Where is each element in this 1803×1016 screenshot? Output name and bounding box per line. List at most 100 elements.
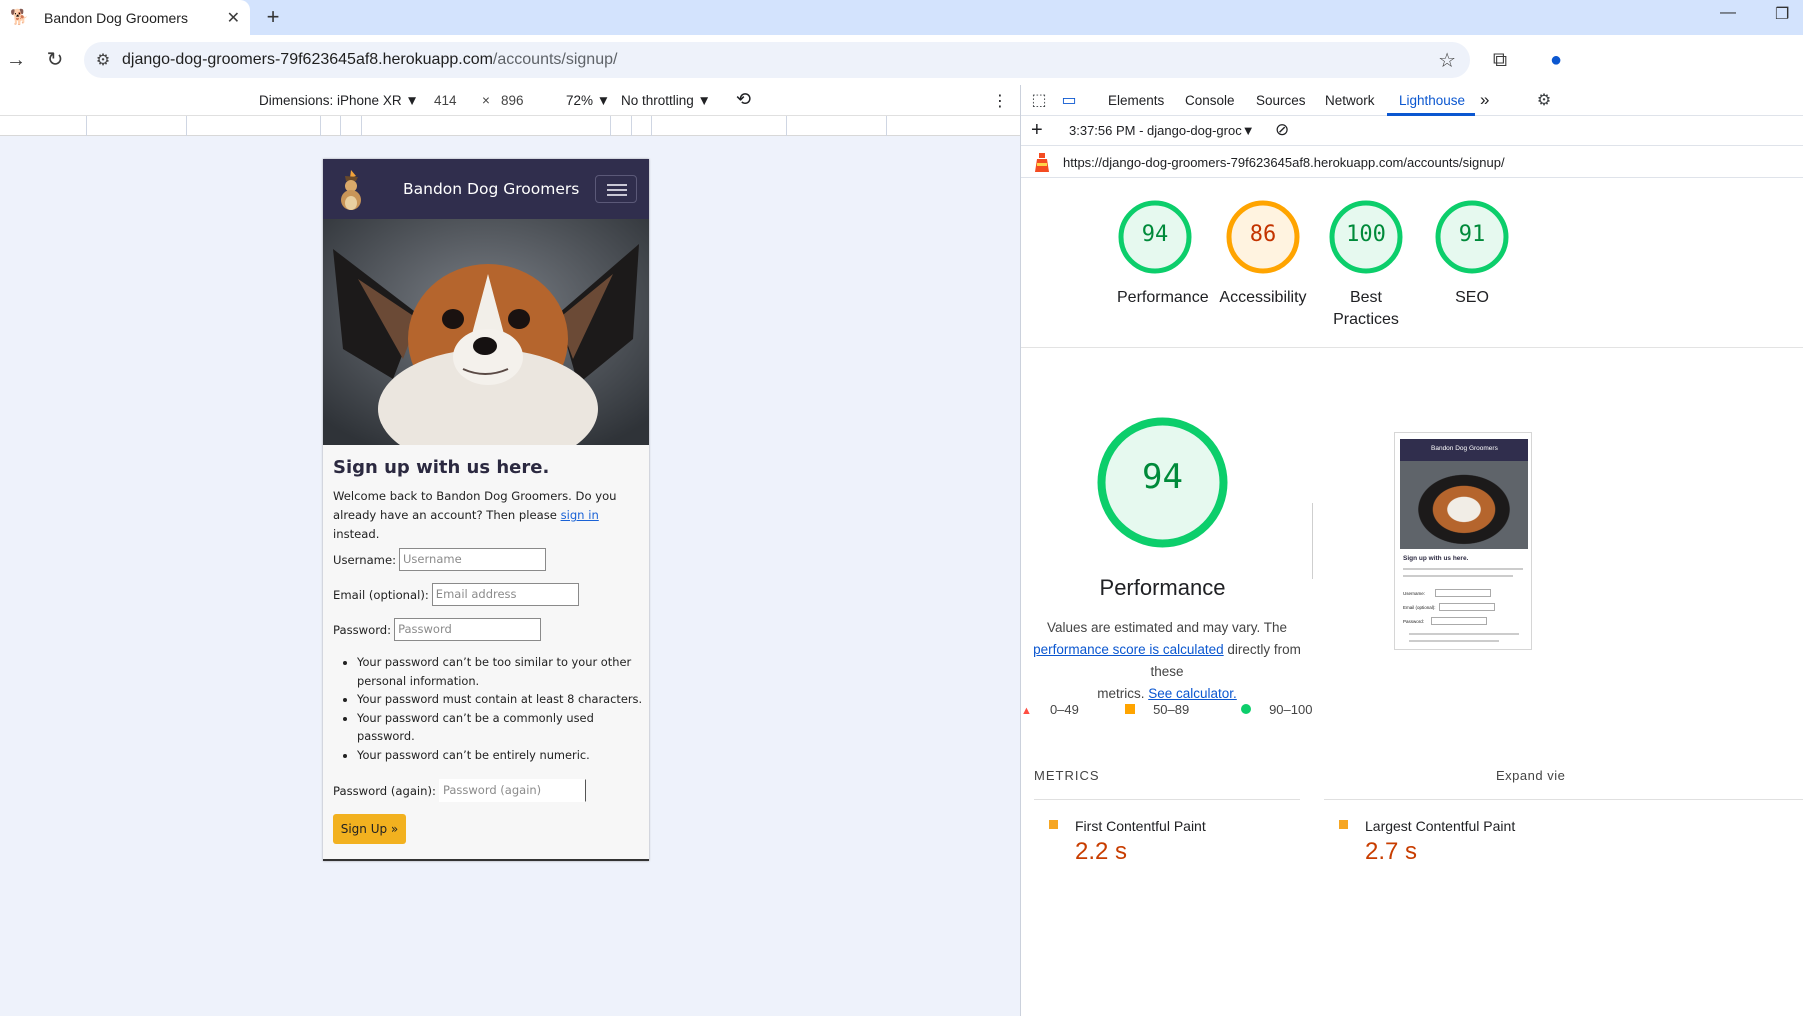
performance-note: Values are estimated and may vary. The p… — [1033, 620, 1301, 701]
report-selector[interactable]: 3:37:56 PM - django-dog-groc▼ — [1069, 123, 1255, 138]
more-options-icon[interactable]: ⋮ — [992, 91, 1008, 111]
score-value: 86 — [1249, 222, 1277, 247]
email-input[interactable]: Email address — [431, 583, 579, 606]
more-tabs-icon[interactable]: » — [1480, 90, 1489, 110]
list-item: Your password can’t be entirely numeric. — [357, 746, 647, 765]
forward-icon[interactable]: → — [4, 48, 28, 72]
divider — [1324, 799, 1803, 800]
address-bar[interactable]: ⚙ django-dog-groomers-79f623645af8.herok… — [84, 42, 1470, 78]
new-report-icon[interactable]: + — [1031, 119, 1043, 142]
score-value: 91 — [1458, 222, 1486, 247]
legend-pass: 90–100 — [1241, 702, 1312, 717]
email-row: Email (optional): Email address — [333, 583, 579, 606]
url-text: django-dog-groomers-79f623645af8.herokua… — [122, 51, 618, 68]
device-toolbar: Dimensions: iPhone XR ▼ 414 × 896 72% ▼ … — [0, 85, 1020, 116]
report-url[interactable]: https://django-dog-groomers-79f623645af8… — [1063, 155, 1505, 170]
settings-gear-icon[interactable]: ⚙ — [1534, 91, 1554, 111]
reload-icon[interactable]: ↻ — [43, 48, 67, 72]
menu-toggle-button[interactable] — [595, 175, 637, 203]
username-input[interactable]: Username — [399, 548, 547, 571]
password-again-row: Password (again): Password (again) — [333, 779, 586, 802]
final-screenshot-thumbnail[interactable]: Bandon Dog Groomers Sign up with us here… — [1394, 432, 1532, 650]
tab-console[interactable]: Console — [1185, 93, 1235, 108]
device-toggle-icon[interactable]: ▭ — [1059, 91, 1079, 111]
performance-big-gauge: 94 — [1097, 417, 1228, 548]
device-height[interactable]: 896 — [501, 93, 524, 108]
password-again-input[interactable]: Password (again) — [438, 779, 586, 802]
performance-score: 94 — [1142, 457, 1183, 497]
expand-view-toggle[interactable]: Expand vie — [1496, 768, 1565, 783]
zoom-select[interactable]: 72% ▼ — [566, 93, 610, 108]
score-gauge-seo[interactable]: 91 SEO — [1434, 199, 1510, 309]
dog-logo-icon — [341, 170, 361, 210]
clear-reports-icon[interactable]: ⊘ — [1275, 120, 1289, 140]
username-label: Username: — [333, 552, 397, 567]
profile-icon[interactable]: ● — [1544, 48, 1568, 72]
score-value: 100 — [1346, 222, 1386, 247]
sign-in-link[interactable]: sign in — [561, 508, 599, 522]
tab-network[interactable]: Network — [1325, 93, 1375, 108]
device-select[interactable]: Dimensions: iPhone XR ▼ — [259, 93, 419, 108]
score-label: SEO — [1455, 289, 1489, 306]
site-brand[interactable]: Bandon Dog Groomers — [403, 180, 579, 198]
score-value: 94 — [1141, 222, 1169, 247]
close-tab-icon[interactable]: ✕ — [227, 8, 240, 28]
legend-fail: ▲ 0–49 — [1021, 702, 1079, 717]
inspect-element-icon[interactable]: ⬚ — [1029, 91, 1049, 111]
new-tab-button[interactable]: + — [260, 4, 286, 30]
password-again-label: Password (again): — [333, 783, 436, 798]
tab-elements[interactable]: Elements — [1108, 93, 1164, 108]
gauge-divider — [1312, 503, 1313, 579]
tab-title: Bandon Dog Groomers — [44, 9, 188, 26]
rotate-icon[interactable]: ⟲ — [736, 89, 751, 110]
green-circle-icon — [1241, 704, 1251, 714]
throttling-select[interactable]: No throttling ▼ — [621, 93, 711, 108]
metric-value: 2.2 s — [1075, 838, 1128, 865]
score-gauge-performance[interactable]: 94 Performance — [1117, 199, 1209, 309]
see-calculator-link[interactable]: See calculator. — [1148, 686, 1237, 701]
tab-sources[interactable]: Sources — [1256, 93, 1306, 108]
password-input[interactable]: Password — [394, 618, 542, 641]
sign-up-button[interactable]: Sign Up » — [333, 814, 406, 844]
site-navbar: Bandon Dog Groomers — [323, 159, 649, 219]
page-bottom-border — [323, 859, 649, 861]
devtools-tabbar: ⬚ ▭ Elements Console Sources Network Lig… — [1021, 85, 1803, 116]
bookmark-star-icon[interactable]: ☆ — [1438, 48, 1456, 73]
mobile-page: Bandon Dog Groomers Sign up with us here… — [323, 159, 649, 861]
legend-average: 50–89 — [1125, 702, 1189, 717]
score-gauge-best-practices[interactable]: 100 Best Practices — [1328, 199, 1404, 331]
score-label: Performance — [1117, 289, 1209, 306]
restore-window-icon[interactable]: ❐ — [1775, 4, 1789, 24]
divider — [1034, 799, 1300, 800]
orange-square-icon — [1049, 820, 1058, 829]
minimize-window-icon[interactable]: — — [1720, 4, 1736, 22]
metric-name: First Contentful Paint — [1075, 818, 1206, 834]
dog-hero-image — [323, 219, 649, 445]
device-width[interactable]: 414 — [434, 93, 457, 108]
devtools-panel: ⬚ ▭ Elements Console Sources Network Lig… — [1020, 85, 1803, 1016]
password-row: Password: Password — [333, 618, 542, 641]
username-row: Username: Username — [333, 548, 547, 571]
password-label: Password: — [333, 622, 392, 637]
score-calculated-link[interactable]: performance score is calculated — [1033, 642, 1224, 657]
tab-lighthouse[interactable]: Lighthouse — [1399, 93, 1465, 108]
browser-toolbar: → ↻ ⚙ django-dog-groomers-79f623645af8.h… — [0, 35, 1803, 85]
media-query-ruler — [0, 116, 1020, 136]
browser-tab[interactable]: 🐕 Bandon Dog Groomers ✕ — [0, 0, 250, 35]
report-url-bar: https://django-dog-groomers-79f623645af8… — [1021, 146, 1803, 178]
tab-strip: 🐕 Bandon Dog Groomers ✕ + — ❐ — [0, 0, 1803, 35]
score-gauge-accessibility[interactable]: 86 Accessibility — [1219, 199, 1307, 309]
performance-title: Performance — [1099, 575, 1226, 600]
site-settings-icon[interactable]: ⚙ — [84, 50, 122, 70]
list-item: Your password must contain at least 8 ch… — [357, 690, 647, 709]
metric-name: Largest Contentful Paint — [1365, 818, 1516, 834]
score-label: Accessibility — [1219, 289, 1307, 306]
extensions-icon[interactable]: ⧉ — [1488, 48, 1512, 72]
signup-intro: Welcome back to Bandon Dog Groomers. Do … — [333, 489, 617, 541]
lighthouse-toolbar: + 3:37:56 PM - django-dog-groc▼ ⊘ — [1021, 116, 1803, 146]
dog-favicon-icon: 🐕 — [10, 8, 29, 26]
dimension-times: × — [482, 93, 490, 108]
metrics-heading: METRICS — [1034, 768, 1100, 783]
password-help-list: Your password can’t be too similar to yo… — [357, 653, 647, 765]
list-item: Your password can’t be a commonly used p… — [357, 709, 647, 746]
